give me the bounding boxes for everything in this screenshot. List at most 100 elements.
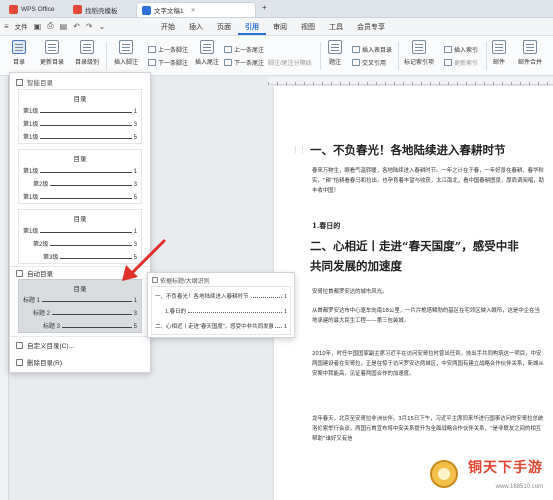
tab-page[interactable]: 页面 [210, 21, 238, 35]
tab-tools[interactable]: 工具 [322, 21, 350, 35]
custom-toc-item[interactable]: 自定义目录(C)... [16, 340, 74, 350]
leader-line [40, 135, 132, 139]
preview-icon[interactable]: ▤ [60, 22, 68, 31]
footnote-icon [119, 40, 133, 54]
ruler-ticks [268, 77, 553, 85]
prev-footnote-label: 上一条脚注 [158, 48, 189, 54]
update-index-button[interactable]: 更新索引 [444, 58, 478, 67]
prev-endnote-button[interactable]: 上一条尾注 [224, 45, 264, 54]
custom-toc-icon [16, 341, 23, 349]
file-menu[interactable]: 文件 [15, 21, 28, 31]
flyout-preview[interactable]: 一、不负春光！各地陆续进入春耕时节 1 1.春日的 1 二、心相近丨走进“春天国度”… [151, 286, 291, 335]
mail-button[interactable]: 邮件 [492, 40, 506, 66]
next-footnote-button[interactable]: 下一条脚注 [148, 58, 188, 67]
custom-toc-label: 自定义目录(C)... [27, 343, 74, 350]
toc-level-button[interactable]: 目录级别 [75, 40, 99, 66]
template-row: 标题 1 1 [23, 295, 137, 304]
insert-footnote-button[interactable]: 插入脚注 [114, 40, 138, 66]
insert-endnote-button[interactable]: 插入尾注 [195, 40, 219, 66]
flyout-row: 一、不负春光！各地陆续进入春耕时节 1 [155, 292, 287, 300]
ribbon-divider [486, 42, 487, 70]
watermark-url: www.168510.com [495, 484, 543, 490]
template-title: 目录 [73, 96, 87, 103]
vertical-ruler [0, 76, 9, 500]
paragraph: 从首都罗安达市中心驱车向南18公里，一片片桅塔鳞勃的基区在宅郊区映入眼帘，这是中… [312, 308, 540, 324]
toc-template-1[interactable]: 目录 第1级 1 第1级 3 第1级 5 [18, 89, 142, 144]
quick-access: ≡ 文件 ▣ ⎙ ▤ ↶ ↷ ⌄ [4, 21, 105, 31]
footnote-separator-button[interactable]: 脚注/尾注分隔线 [268, 58, 312, 67]
prev-endnote-label: 上一条尾注 [234, 48, 265, 54]
caption-button[interactable]: 题注 [328, 40, 342, 66]
auto-toc-label: 自动目录 [27, 271, 53, 278]
tab-start[interactable]: 开始 [154, 21, 182, 35]
drag-handle-icon[interactable]: ⋮⋮ [292, 146, 306, 154]
toc-button[interactable]: 目录 [12, 40, 26, 66]
next-footnote-label: 下一条脚注 [158, 61, 189, 67]
tab-member[interactable]: 会员专享 [350, 21, 392, 35]
row-page: 1 [133, 298, 137, 304]
undo-icon[interactable]: ↶ [73, 22, 80, 31]
prev-footnote-button[interactable]: 上一条脚注 [148, 45, 188, 54]
tab-view[interactable]: 视图 [294, 21, 322, 35]
tab-document[interactable]: 文字文稿1 ✕ [136, 2, 256, 17]
toc-template-2[interactable]: 目录 第1级 1 第2级 3 第1级 5 [18, 149, 142, 204]
menu-divider [10, 336, 150, 337]
close-tab-icon[interactable]: ✕ [191, 7, 196, 14]
new-tab-button[interactable]: + [262, 3, 267, 12]
next-footnote-icon [148, 59, 156, 66]
row-page: 5 [133, 324, 137, 330]
smart-toc-label: 智能目录 [27, 80, 53, 87]
auto-toc-header: 自动目录 [16, 268, 53, 278]
toc-label: 目录 [12, 60, 25, 66]
tab-template[interactable]: 找稻壳模板 [68, 2, 123, 17]
update-index-label: 更新索引 [454, 61, 479, 67]
tab-review[interactable]: 审阅 [266, 21, 294, 35]
update-toc-button[interactable]: 更新目录 [40, 40, 64, 66]
row-label: 标题 1 [23, 298, 41, 304]
heading-1: 一、不负春光！各地陆续进入春耕时节 [310, 143, 506, 157]
template-row: 第1级 1 [23, 166, 137, 175]
toc-level-icon [80, 40, 94, 54]
mail-label: 邮件 [492, 60, 505, 66]
table-of-figures-icon [352, 46, 360, 53]
leader-line [62, 324, 132, 328]
delete-toc-label: 删除目录(R) [27, 360, 63, 367]
delete-toc-item[interactable]: 删除目录(R) [16, 357, 62, 367]
tab-label: WPS Office [21, 6, 55, 13]
prev-footnote-icon [148, 46, 156, 53]
insert-table-of-figures-button[interactable]: 插入表目录 [352, 45, 392, 54]
row-label: 第3级 [43, 255, 59, 261]
red-arrow-annotation [122, 239, 166, 281]
cross-reference-icon [352, 59, 360, 66]
tab-wps-office[interactable]: WPS Office [4, 2, 59, 17]
insert-footnote-label: 插入脚注 [114, 60, 139, 66]
print-icon[interactable]: ⎙ [47, 21, 53, 31]
insert-index-button[interactable]: 插入索引 [444, 45, 478, 54]
template-row: 第1级 5 [23, 132, 137, 141]
hamburger-icon[interactable]: ≡ [4, 22, 9, 31]
row-page: 3 [133, 182, 137, 188]
row-label: 第1级 [23, 109, 39, 115]
ribbon-divider [320, 42, 321, 70]
next-endnote-button[interactable]: 下一条尾注 [224, 58, 264, 67]
template-row: 第1级 1 [23, 106, 137, 115]
auto-toc-template[interactable]: 目录 标题 1 1 标题 2 3 标题 3 5 [18, 279, 142, 333]
redo-icon[interactable]: ↷ [86, 22, 93, 31]
row-label: 标题 3 [43, 324, 61, 330]
tab-references[interactable]: 引用 [238, 21, 266, 35]
insert-index-label: 插入索引 [454, 48, 479, 54]
mark-index-button[interactable]: 标记索引项 [404, 40, 434, 66]
template-row: 第1级 5 [23, 192, 137, 201]
wps-logo-icon [9, 5, 18, 14]
template-title: 目录 [73, 216, 87, 223]
row-page: 5 [133, 135, 137, 141]
tab-insert[interactable]: 插入 [182, 21, 210, 35]
cross-reference-button[interactable]: 交叉引用 [352, 58, 386, 67]
template-row: 第1级 3 [23, 119, 137, 128]
chevron-down-icon[interactable]: ⌄ [99, 22, 106, 31]
ribbon-tabs: 开始 插入 页面 引用 审阅 视图 工具 会员专享 [154, 21, 392, 35]
template-title: 目录 [73, 286, 87, 293]
mail-merge-button[interactable]: 邮件合并 [518, 40, 542, 66]
row-label: 一、不负春光！各地陆续进入春耕时节 [155, 294, 249, 300]
save-icon[interactable]: ▣ [34, 22, 42, 31]
